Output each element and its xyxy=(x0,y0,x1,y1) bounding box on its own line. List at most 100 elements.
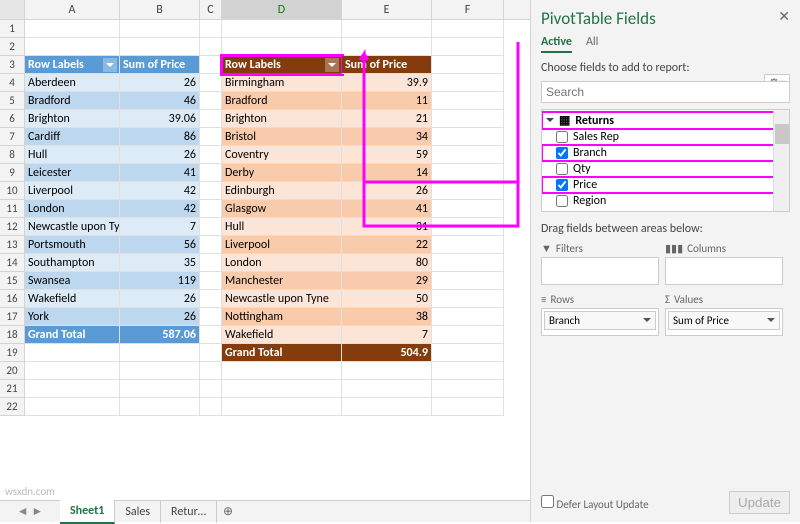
tab-sales[interactable]: Sales xyxy=(115,501,161,523)
cell[interactable]: Manchester xyxy=(222,272,342,290)
cell[interactable]: Portsmouth xyxy=(25,236,120,254)
row-header[interactable]: 10 xyxy=(0,182,25,200)
defer-checkbox[interactable]: Defer Layout Update xyxy=(541,495,649,511)
cell[interactable]: Southampton xyxy=(25,254,120,272)
cell[interactable]: Row Labels xyxy=(222,56,342,74)
cell[interactable]: 42 xyxy=(120,182,200,200)
cell[interactable]: 11 xyxy=(342,92,432,110)
cell[interactable] xyxy=(200,326,222,344)
cell[interactable]: Brighton xyxy=(222,110,342,128)
row-header[interactable]: 9 xyxy=(0,164,25,182)
cell[interactable] xyxy=(432,182,504,200)
cell[interactable] xyxy=(432,92,504,110)
cell[interactable] xyxy=(200,254,222,272)
cell[interactable]: 14 xyxy=(342,164,432,182)
cell[interactable] xyxy=(432,200,504,218)
cell[interactable] xyxy=(222,20,342,38)
cell[interactable]: Wakefield xyxy=(222,326,342,344)
cell[interactable] xyxy=(222,398,342,416)
cell[interactable]: 587.06 xyxy=(120,326,200,344)
cell[interactable] xyxy=(200,38,222,56)
values-chip-sum[interactable]: Sum of Price xyxy=(668,311,780,330)
cell[interactable] xyxy=(25,344,120,362)
cell[interactable]: 80 xyxy=(342,254,432,272)
cell[interactable] xyxy=(200,344,222,362)
row-header[interactable]: 7 xyxy=(0,128,25,146)
cell[interactable] xyxy=(200,182,222,200)
cell[interactable] xyxy=(200,362,222,380)
cell[interactable]: 59 xyxy=(342,146,432,164)
cell[interactable] xyxy=(120,38,200,56)
values-area[interactable]: ΣValues Sum of Price xyxy=(665,291,783,336)
cell[interactable] xyxy=(25,20,120,38)
cell[interactable]: York xyxy=(25,308,120,326)
cell[interactable] xyxy=(120,398,200,416)
cell[interactable] xyxy=(200,236,222,254)
cell[interactable]: Newcastle upon Tyne xyxy=(222,290,342,308)
cell[interactable] xyxy=(432,236,504,254)
search-input[interactable] xyxy=(541,81,790,103)
select-all-corner[interactable] xyxy=(0,0,25,19)
cell[interactable] xyxy=(25,398,120,416)
cell[interactable]: 504.9 xyxy=(342,344,432,362)
cell[interactable] xyxy=(200,146,222,164)
cell[interactable] xyxy=(222,362,342,380)
cell[interactable] xyxy=(342,38,432,56)
cell[interactable]: Liverpool xyxy=(222,236,342,254)
cell[interactable]: Swansea xyxy=(25,272,120,290)
cell[interactable]: 42 xyxy=(120,200,200,218)
cell[interactable]: 7 xyxy=(342,326,432,344)
col-header-f[interactable]: F xyxy=(432,0,504,19)
cell[interactable]: Edinburgh xyxy=(222,182,342,200)
cell[interactable]: 26 xyxy=(120,74,200,92)
row-header[interactable]: 16 xyxy=(0,290,25,308)
cell[interactable]: Cardiff xyxy=(25,128,120,146)
rows-area[interactable]: ≡Rows Branch xyxy=(541,291,659,336)
cell[interactable]: Aberdeen xyxy=(25,74,120,92)
cell[interactable]: 26 xyxy=(342,182,432,200)
field-region[interactable]: Region xyxy=(542,193,789,209)
row-header[interactable]: 1 xyxy=(0,20,25,38)
cell[interactable]: Bradford xyxy=(222,92,342,110)
cell[interactable]: Birmingham xyxy=(222,74,342,92)
cell[interactable] xyxy=(432,326,504,344)
cell[interactable]: 39.06 xyxy=(120,110,200,128)
row-header[interactable]: 20 xyxy=(0,362,25,380)
field-price[interactable]: Price xyxy=(542,177,789,193)
row-header[interactable]: 13 xyxy=(0,236,25,254)
col-header-d[interactable]: D xyxy=(222,0,342,19)
field-sales-rep[interactable]: Sales Rep xyxy=(542,129,789,145)
cell[interactable] xyxy=(200,308,222,326)
cell[interactable]: 39.9 xyxy=(342,74,432,92)
cell[interactable]: 41 xyxy=(120,164,200,182)
cell[interactable] xyxy=(432,74,504,92)
cell[interactable] xyxy=(432,272,504,290)
cell[interactable] xyxy=(222,38,342,56)
col-header-b[interactable]: B xyxy=(120,0,200,19)
cell[interactable]: Wakefield xyxy=(25,290,120,308)
cell[interactable] xyxy=(432,20,504,38)
row-header[interactable]: 3 xyxy=(0,56,25,74)
cell[interactable] xyxy=(25,380,120,398)
cell[interactable]: Row Labels xyxy=(25,56,120,74)
row-header[interactable]: 17 xyxy=(0,308,25,326)
cell[interactable]: 7 xyxy=(120,218,200,236)
cell[interactable]: Leicester xyxy=(25,164,120,182)
spreadsheet-grid[interactable]: A B C D E F 123Row LabelsSum of PriceRow… xyxy=(0,0,530,490)
cell[interactable] xyxy=(432,290,504,308)
cell[interactable] xyxy=(432,164,504,182)
cell[interactable]: 22 xyxy=(342,236,432,254)
cell[interactable]: Bradford xyxy=(25,92,120,110)
cell[interactable] xyxy=(432,398,504,416)
row-header[interactable]: 19 xyxy=(0,344,25,362)
field-list[interactable]: ▦ Returns Sales Rep Branch Qty Price Reg… xyxy=(541,109,790,212)
row-header[interactable]: 18 xyxy=(0,326,25,344)
chevron-down-icon[interactable] xyxy=(325,58,339,72)
cell[interactable] xyxy=(432,128,504,146)
cell[interactable]: Hull xyxy=(222,218,342,236)
cell[interactable]: 35 xyxy=(120,254,200,272)
cell[interactable] xyxy=(120,20,200,38)
cell[interactable] xyxy=(342,20,432,38)
cell[interactable]: Hull xyxy=(25,146,120,164)
cell[interactable] xyxy=(342,362,432,380)
